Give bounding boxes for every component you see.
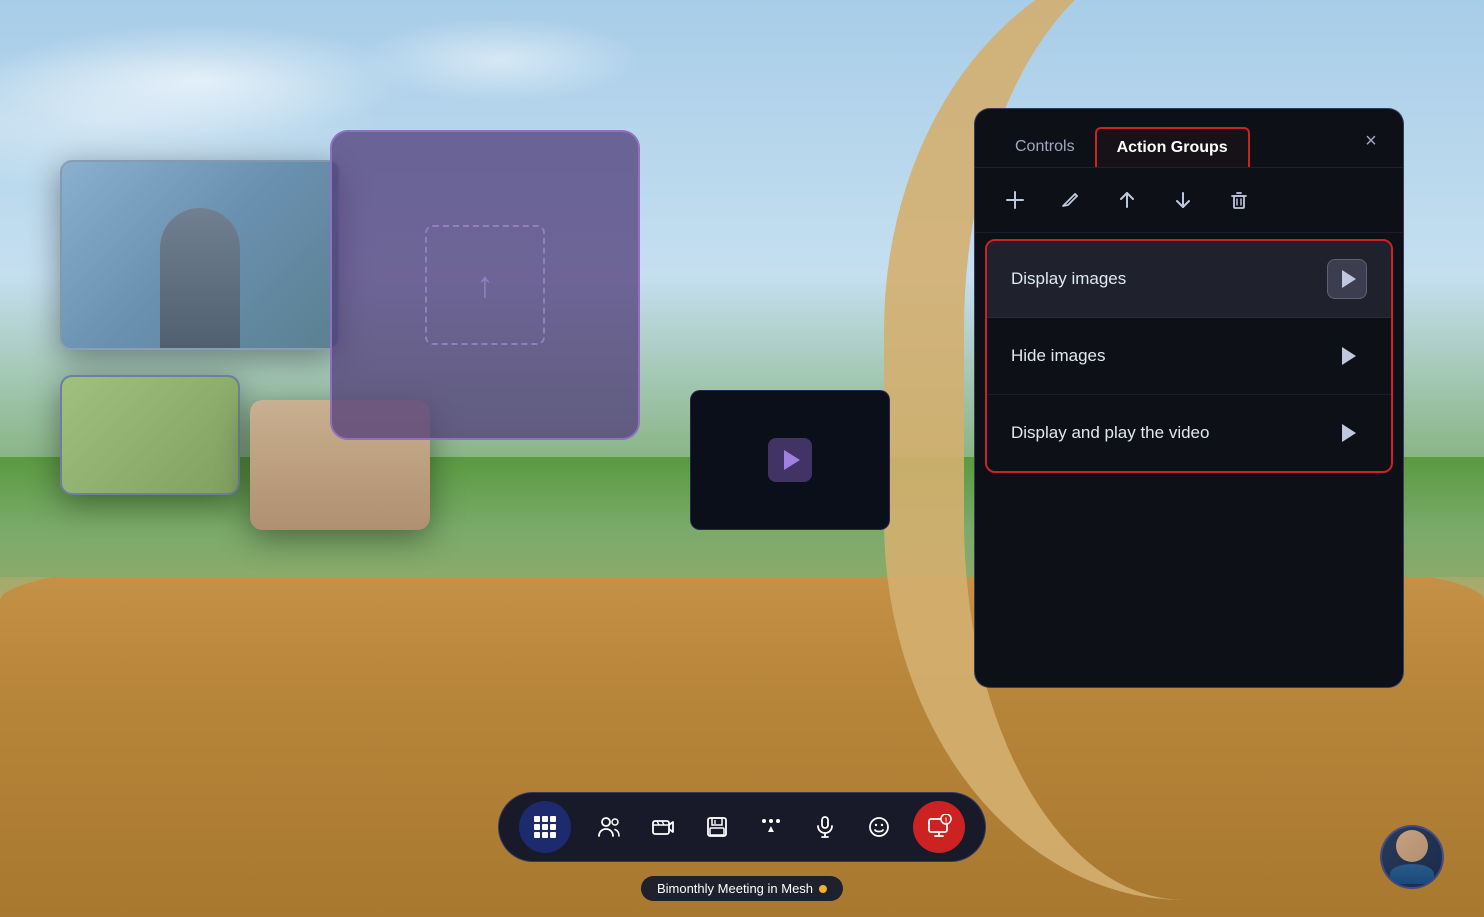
delete-action-button[interactable] (1223, 184, 1255, 216)
people-button[interactable] (585, 803, 633, 851)
tab-controls[interactable]: Controls (995, 128, 1095, 166)
meeting-label: Bimonthly Meeting in Mesh (641, 876, 843, 901)
edit-action-button[interactable] (1055, 184, 1087, 216)
add-action-button[interactable] (999, 184, 1031, 216)
grid-icon (534, 816, 556, 838)
image-panel-2-content (62, 377, 238, 493)
action-item-display-images[interactable]: Display images (987, 241, 1391, 318)
play-icon-hide-images (1342, 347, 1356, 365)
action-list-red-outline: Display images Hide images Display and p… (985, 239, 1393, 473)
move-down-button[interactable] (1167, 184, 1199, 216)
reactions-button[interactable] (855, 803, 903, 851)
action-item-display-video[interactable]: Display and play the video (987, 395, 1391, 471)
move-up-button[interactable] (1111, 184, 1143, 216)
action-item-hide-images-label: Hide images (1011, 346, 1106, 366)
image-panel-1-content (62, 162, 338, 348)
save-button[interactable] (693, 803, 741, 851)
bottom-toolbar: ▲ ! (498, 792, 986, 862)
play-display-images-button[interactable] (1327, 259, 1367, 299)
play-hide-images-button[interactable] (1327, 336, 1367, 376)
right-panel: Controls Action Groups × (974, 108, 1404, 688)
grid-button[interactable] (519, 801, 571, 853)
microphone-button[interactable] (801, 803, 849, 851)
share-screen-button[interactable]: ! (913, 801, 965, 853)
avatar-button[interactable] (1380, 825, 1444, 889)
play-icon-display-video (1342, 424, 1356, 442)
more-dots-icon (762, 819, 780, 823)
image-panel-1 (60, 160, 340, 350)
video-play-button[interactable] (768, 438, 812, 482)
panel-close-button[interactable]: × (1355, 125, 1387, 157)
panel-tabs: Controls Action Groups × (975, 109, 1403, 168)
video-panel[interactable] (690, 390, 890, 530)
panel-toolbar (975, 168, 1403, 233)
action-item-display-images-label: Display images (1011, 269, 1126, 289)
more-options-button[interactable]: ▲ (747, 803, 795, 851)
play-display-video-button[interactable] (1327, 413, 1367, 453)
action-item-display-video-label: Display and play the video (1011, 423, 1209, 443)
upload-arrow-icon: ↑ (476, 264, 494, 306)
tab-action-groups[interactable]: Action Groups (1095, 127, 1250, 167)
image-panel-2 (60, 375, 240, 495)
upload-dashed-border: ↑ (425, 225, 545, 345)
record-button[interactable] (639, 803, 687, 851)
action-list-container: Display images Hide images Display and p… (985, 239, 1393, 473)
meeting-status-dot (819, 885, 827, 893)
meeting-label-text: Bimonthly Meeting in Mesh (657, 881, 813, 896)
more-caret-icon: ▲ (766, 825, 776, 835)
upload-panel[interactable]: ↑ (330, 130, 640, 440)
play-icon-display-images (1342, 270, 1356, 288)
action-item-hide-images[interactable]: Hide images (987, 318, 1391, 395)
svg-text:!: ! (945, 818, 947, 825)
